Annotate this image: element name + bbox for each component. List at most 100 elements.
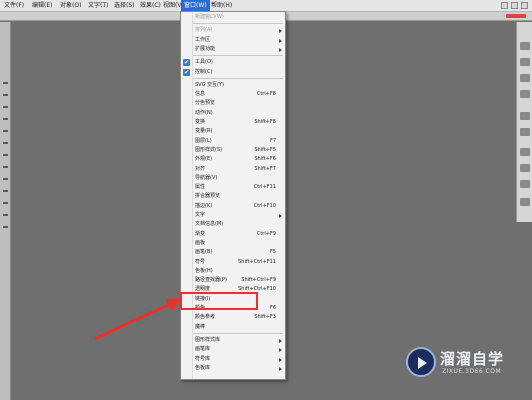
- menu-item-shortcut: Shift+F6: [254, 156, 276, 163]
- menu-item-shortcut: Shift+F3: [254, 314, 276, 321]
- tool-icon[interactable]: [3, 214, 8, 216]
- menu-item-label: 符号: [195, 258, 206, 265]
- menu-item-label: 渐变: [195, 230, 206, 237]
- tool-icon[interactable]: [3, 154, 8, 156]
- menu-edit[interactable]: 编辑(E): [29, 0, 55, 12]
- menu-item[interactable]: 画笔库: [181, 345, 285, 354]
- submenu-arrow-icon: [279, 338, 282, 343]
- menu-item[interactable]: SVG 交互(Y): [181, 81, 285, 90]
- strip-accent: [506, 14, 526, 18]
- menu-item[interactable]: 变量(R): [181, 127, 285, 136]
- menu-item[interactable]: 属性 Ctrl+F11: [181, 183, 285, 192]
- checkmark-icon: ✔: [183, 68, 190, 76]
- panel-icon[interactable]: [520, 198, 530, 206]
- tool-icon[interactable]: [3, 106, 8, 108]
- menu-item-label: 画笔库: [195, 346, 211, 353]
- menu-item-label: 文字: [195, 212, 206, 218]
- menu-item[interactable]: 扩展功能: [181, 45, 285, 54]
- panel-icon[interactable]: [520, 42, 530, 50]
- menu-item-label: 色板库: [195, 364, 211, 371]
- tool-icon[interactable]: [3, 130, 8, 132]
- menu-item[interactable]: 工作区: [181, 36, 285, 45]
- menu-item[interactable]: 变换 Shift+F8: [181, 118, 285, 127]
- menu-item-label: 描边(K): [195, 202, 213, 209]
- menu-item-shortcut: Ctrl+F11: [253, 184, 276, 191]
- menu-item[interactable]: 魔棒: [181, 323, 285, 332]
- menu-item[interactable]: 图形样式(S) Shift+F5: [181, 146, 285, 155]
- panel-icon[interactable]: [520, 148, 530, 156]
- menu-item[interactable]: 对齐 Shift+F7: [181, 165, 285, 174]
- tool-icon[interactable]: [3, 226, 8, 228]
- menu-separator: [193, 23, 283, 25]
- menu-type[interactable]: 文字(T): [85, 0, 111, 12]
- menu-item-shortcut: Ctrl+F9: [256, 230, 276, 237]
- highlight-box: [180, 292, 258, 310]
- menu-item[interactable]: 描边(K) Ctrl+F10: [181, 202, 285, 211]
- menu-file[interactable]: 文件(F): [1, 0, 27, 12]
- menu-item[interactable]: 导航器(V): [181, 174, 285, 183]
- submenu-arrow-icon: [279, 38, 282, 43]
- tool-icon[interactable]: [3, 166, 8, 168]
- menu-item[interactable]: 图形样式库: [181, 336, 285, 345]
- tool-icon[interactable]: [3, 178, 8, 180]
- menu-item-label: 变量(R): [195, 128, 213, 135]
- menu-item[interactable]: 画板: [181, 239, 285, 248]
- submenu-arrow-icon: [279, 366, 282, 371]
- menu-item[interactable]: 动作(N): [181, 109, 285, 118]
- panel-icon[interactable]: [520, 164, 530, 172]
- tool-icon[interactable]: [3, 202, 8, 204]
- panel-icon[interactable]: [520, 180, 530, 188]
- panel-icon[interactable]: [520, 74, 530, 82]
- tool-icon[interactable]: [3, 82, 8, 84]
- close-icon[interactable]: [521, 2, 528, 9]
- menu-item-label: 排列(A): [195, 27, 213, 34]
- menu-item-shortcut: F6: [269, 305, 276, 311]
- menu-item[interactable]: 色板库: [181, 364, 285, 373]
- submenu-arrow-icon: [279, 348, 282, 353]
- menu-item[interactable]: 颜色参考 Shift+F3: [181, 313, 285, 322]
- menu-item-label: SVG 交互(Y): [195, 81, 225, 88]
- menu-item[interactable]: 符号 Shift+Ctrl+F11: [181, 258, 285, 267]
- menu-item[interactable]: 画笔(B) F5: [181, 248, 285, 257]
- maximize-icon[interactable]: [511, 2, 518, 9]
- menu-item[interactable]: 图层(L) F7: [181, 137, 285, 146]
- menu-item-shortcut: Shift+F5: [254, 146, 276, 153]
- menu-item[interactable]: 符号库: [181, 355, 285, 364]
- panel-icon[interactable]: [520, 112, 530, 120]
- menu-item[interactable]: 文字: [181, 211, 285, 220]
- tool-icon[interactable]: [3, 142, 8, 144]
- checkmark-icon: ✔: [183, 59, 190, 67]
- menu-object[interactable]: 对象(O): [57, 0, 84, 12]
- panel-icon[interactable]: [520, 128, 530, 136]
- menu-item-label: 新建窗口(W): [195, 14, 224, 20]
- menu-item-label: 色板(H): [195, 267, 213, 274]
- menu-item-label: 工具(O): [195, 59, 213, 66]
- menu-item[interactable]: 渐变 Ctrl+F9: [181, 230, 285, 239]
- tool-icon[interactable]: [3, 94, 8, 96]
- menu-item[interactable]: ✔ 工具(O): [181, 58, 285, 67]
- menu-item-label: 图形样式(S): [195, 146, 223, 153]
- menu-item[interactable]: 路径查找器(P) Shift+Ctrl+F9: [181, 276, 285, 285]
- menu-item[interactable]: ✔ 控制(C): [181, 68, 285, 77]
- menu-item[interactable]: 信息 Ctrl+F8: [181, 90, 285, 99]
- tool-icon[interactable]: [3, 118, 8, 120]
- window-controls: [488, 2, 528, 10]
- tool-icon[interactable]: [3, 190, 8, 192]
- panel-icon[interactable]: [520, 58, 530, 66]
- menu-item-shortcut: Shift+F7: [254, 165, 276, 172]
- panel-icon[interactable]: [520, 90, 530, 98]
- menu-item[interactable]: 外观(E) Shift+F6: [181, 155, 285, 164]
- menu-item-label: 控制(C): [195, 68, 213, 75]
- menu-item[interactable]: 文档信息(M): [181, 220, 285, 229]
- menu-item-label: 导航器(V): [195, 174, 218, 181]
- menu-item-label: 工作区: [195, 36, 211, 43]
- menu-item[interactable]: 色板(H): [181, 267, 285, 276]
- menu-item-label: 拼合器预览: [195, 193, 221, 200]
- minimize-icon[interactable]: [501, 2, 508, 9]
- menu-item[interactable]: 拼合器预览: [181, 192, 285, 201]
- menu-item-label: 画板: [195, 239, 206, 246]
- menu-item-label: 图形样式库: [195, 336, 221, 343]
- menu-select[interactable]: 选择(S): [111, 0, 138, 12]
- menu-item-label: 变换: [195, 119, 206, 125]
- menu-item[interactable]: 分色预览: [181, 99, 285, 108]
